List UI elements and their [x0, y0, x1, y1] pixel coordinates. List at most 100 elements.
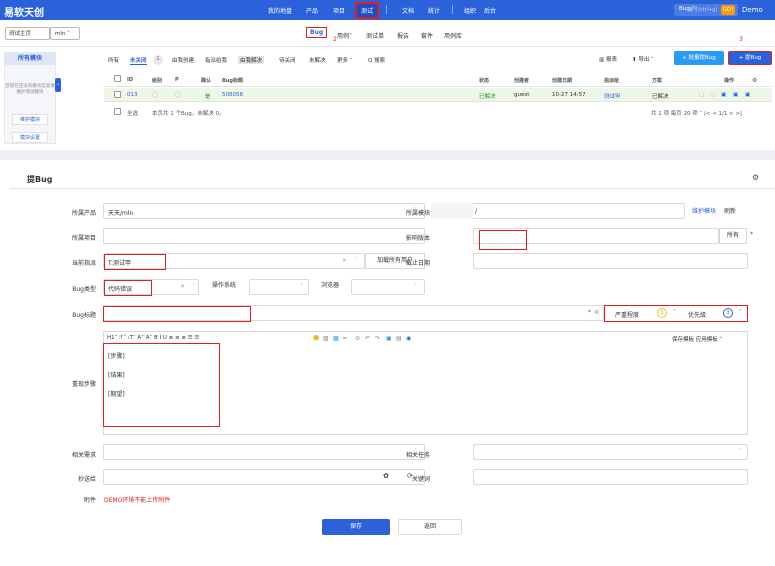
export-button[interactable]: ⬆ 导出 ˅ — [632, 55, 654, 63]
filter-assigned-to-me[interactable]: 指派给我 — [205, 56, 227, 64]
template-controls[interactable]: 保存模板 应用模板 ˅ — [672, 335, 722, 343]
nav-admin[interactable]: 后台 — [484, 6, 496, 15]
search-toggle[interactable]: Q 搜索 — [368, 56, 385, 64]
col-assigned-to[interactable]: 指派给 — [604, 77, 619, 84]
tab-bug[interactable]: Bug — [306, 27, 328, 38]
row-checkbox[interactable] — [114, 91, 121, 98]
clear-icon[interactable]: ✕ — [180, 283, 185, 290]
fullscreen-icon[interactable]: ▣ — [386, 335, 392, 342]
col-id[interactable]: ID — [127, 77, 133, 83]
project-select[interactable] — [103, 228, 425, 244]
create-bug-button[interactable]: + 提Bug — [728, 51, 772, 65]
editor-toolbar[interactable]: H1˅ ℱ˅ ₜT˅ A˅ A˅ B I U ≡ ≡ ≡ ☰ ☰ — [107, 335, 199, 341]
expect-placeholder: [期望] — [108, 391, 125, 398]
deadline-input[interactable] — [473, 253, 748, 269]
edit-action-icon[interactable]: ▣ — [733, 92, 738, 98]
undo-icon[interactable]: ↶ — [365, 335, 370, 342]
search-input[interactable]: 编号(ctrl+g) — [688, 6, 717, 13]
breadcrumb-test-home[interactable]: 测试主页 — [5, 27, 50, 40]
col-confirm[interactable]: 确认 — [201, 77, 211, 84]
filter-all[interactable]: 所有 — [108, 56, 119, 64]
maintain-module-button[interactable]: 维护模块 — [12, 114, 48, 125]
link-icon[interactable]: ⊘ — [355, 335, 360, 342]
hr-icon[interactable]: ═ — [343, 335, 347, 342]
form-divider — [10, 188, 775, 189]
select-all-label[interactable]: 全选 — [127, 109, 138, 117]
all-modules-header[interactable]: 所有模块 — [4, 52, 56, 65]
tab-suite[interactable]: 套件 — [421, 31, 433, 40]
filter-unclosed[interactable]: 未关闭 — [130, 56, 147, 65]
col-title[interactable]: Bug标题 — [222, 77, 243, 84]
refresh-link[interactable]: 刷新 — [724, 206, 736, 215]
select-all-checkbox[interactable] — [114, 108, 121, 115]
col-solution[interactable]: 方案 — [652, 77, 662, 84]
nav-org[interactable]: 组织 — [464, 6, 476, 15]
col-status[interactable]: 状态 — [479, 77, 489, 84]
nav-my-dashboard[interactable]: 我的地盘 — [268, 6, 292, 15]
user-menu[interactable]: Demo — [742, 6, 763, 14]
source-icon[interactable]: ▤ — [396, 335, 402, 342]
form-settings-gear-icon[interactable]: ⚙ — [752, 173, 759, 182]
chevron-down-icon: ˅ — [738, 448, 741, 455]
resolve-action-icon[interactable]: ▣ — [721, 92, 726, 98]
redo-icon[interactable]: ↷ — [375, 335, 380, 342]
tab-testtask[interactable]: 测试单 — [366, 31, 384, 40]
nav-test[interactable]: 测试 — [355, 2, 380, 19]
severity-value-badge[interactable]: 3 — [657, 308, 667, 318]
clear-icon[interactable]: ✕ — [342, 257, 347, 264]
chevron-down-icon: ˅ — [673, 309, 676, 316]
tab-caselib[interactable]: 用例库 — [444, 31, 462, 40]
col-severity[interactable]: 级别 — [152, 77, 162, 84]
pager[interactable]: 共 1 项 每页 20 项 ˅ |< < 1/1 > >| — [651, 109, 742, 117]
filter-created-by-me[interactable]: 由我创建 — [172, 56, 194, 64]
column-settings-gear-icon[interactable]: ⚙ — [752, 77, 757, 84]
back-button[interactable]: 返回 — [398, 519, 462, 535]
severity-icon: ◯ — [152, 92, 159, 98]
story-select[interactable] — [103, 444, 425, 460]
col-creator[interactable]: 创建者 — [514, 77, 529, 84]
batch-create-bug-button[interactable]: + 批量提Bug — [674, 51, 724, 65]
nav-stats[interactable]: 统计 — [428, 6, 440, 15]
required-mark: * — [750, 231, 753, 238]
maintain-module-link[interactable]: 维护模块 — [692, 206, 716, 215]
keywords-input[interactable] — [473, 469, 748, 485]
bug-id-link[interactable]: 013 — [127, 92, 138, 98]
copy-action-icon[interactable]: ▣ — [745, 92, 750, 98]
confirm-action-icon[interactable]: ▢ — [699, 92, 704, 98]
filter-resolved-by-me[interactable]: 由我解决 — [238, 56, 265, 64]
assigned-to-value[interactable]: 测试甲 — [604, 92, 621, 100]
assign-action-icon[interactable]: ▢ — [710, 92, 715, 98]
filter-more[interactable]: 更多 ˅ — [337, 56, 353, 64]
product-select[interactable] — [103, 203, 425, 219]
mailto-select[interactable] — [103, 469, 425, 485]
task-select[interactable] — [473, 444, 748, 460]
report-button[interactable]: ▥ 报表 — [599, 55, 617, 63]
breadcrumb-product-switch[interactable]: mln ˅ — [50, 27, 80, 40]
help-icon[interactable]: ◉ — [406, 335, 411, 342]
filter-unresolved[interactable]: 未解决 — [309, 56, 326, 64]
nav-project[interactable]: 项目 — [333, 6, 345, 15]
highlight-box — [103, 306, 251, 322]
label-module: 所属模块 — [405, 210, 430, 217]
bug-title-link[interactable]: 508058 — [222, 92, 243, 98]
save-button[interactable]: 保存 — [322, 519, 390, 535]
nav-doc[interactable]: 文档 — [402, 6, 414, 15]
emoji-icon[interactable]: ☻ — [313, 335, 319, 342]
priority-value-badge[interactable]: 3 — [723, 308, 733, 318]
go-button[interactable]: GO! — [721, 5, 735, 15]
select-all-checkbox-header[interactable] — [114, 75, 121, 82]
color-picker-icon[interactable]: ❁ — [594, 309, 599, 316]
table-icon[interactable]: ▦ — [333, 335, 339, 342]
nav-product[interactable]: 产品 — [306, 6, 318, 15]
brand-logo: 易软天创 — [4, 8, 44, 19]
tab-report[interactable]: 报告 — [397, 31, 409, 40]
collapse-panel-toggle[interactable]: ‹ — [55, 78, 61, 92]
col-created-date[interactable]: 创建日期 — [552, 77, 572, 84]
all-builds-button[interactable]: 所有 — [719, 228, 747, 244]
sub-navbar — [0, 20, 775, 47]
tab-case[interactable]: 用例˅ — [337, 31, 352, 40]
filter-to-close[interactable]: 待关闭 — [279, 56, 296, 64]
col-priority[interactable]: P — [175, 77, 179, 83]
image-icon[interactable]: ▨ — [323, 335, 329, 342]
module-settings-button[interactable]: 模块设置 — [12, 132, 48, 143]
